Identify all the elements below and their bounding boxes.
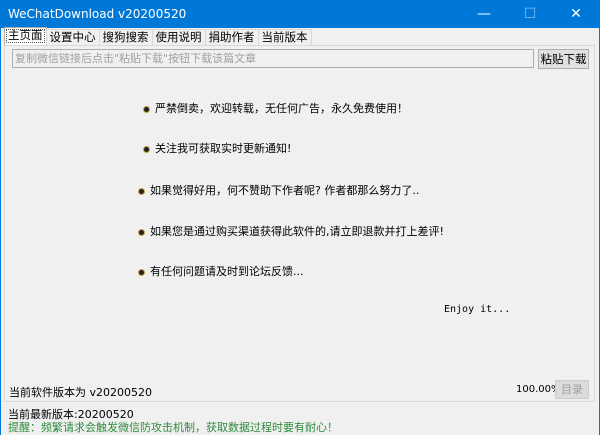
tab-usage[interactable]: 使用说明 xyxy=(151,29,206,45)
notice-item: 有任何问题请及时到论坛反馈... xyxy=(139,263,304,279)
notice-item: 如果觉得好用，何不赞助下作者呢? 作者都那么努力了.. xyxy=(139,182,419,198)
home-panel: 复制微信链接后点击"粘贴下载"按钮下载该篇文章 粘贴下载 严禁倒卖，欢迎转载，无… xyxy=(4,45,595,402)
enjoy-text: Enjoy it... xyxy=(444,304,511,315)
bullet-icon xyxy=(144,146,149,152)
tab-donate[interactable]: 捐助作者 xyxy=(204,29,259,45)
software-version: 当前软件版本为 v20200520 xyxy=(9,386,152,399)
bullet-icon xyxy=(139,229,144,235)
paste-download-button[interactable]: 粘贴下载 xyxy=(538,49,589,69)
tab-sogou-search[interactable]: 搜狗搜索 xyxy=(98,29,153,45)
notice-text: 严禁倒卖，欢迎转载，无任何广告，永久免费使用！ xyxy=(155,102,408,115)
tab-version[interactable]: 当前版本 xyxy=(257,29,312,45)
status-bar: 当前最新版本:20200520 提醒：频繁请求会触发微信防攻击机制，获取数据过程… xyxy=(1,403,599,435)
minimize-button[interactable]: — xyxy=(461,1,507,28)
tip-text: 提醒：频繁请求会触发微信防攻击机制，获取数据过程时要有耐心！ xyxy=(8,421,338,434)
window-title: WeChatDownload v20200520 xyxy=(8,7,187,21)
notice-item: 关注我可获取实时更新通知! xyxy=(144,140,291,156)
notice-item: 严禁倒卖，欢迎转载，无任何广告，永久免费使用！ xyxy=(144,100,408,116)
close-button[interactable]: ✕ xyxy=(553,1,599,28)
bullet-icon xyxy=(139,269,144,275)
notice-text: 关注我可获取实时更新通知! xyxy=(155,142,292,155)
url-input[interactable]: 复制微信链接后点击"粘贴下载"按钮下载该篇文章 xyxy=(12,49,534,68)
notice-text: 如果您是通过购买渠道获得此软件的,请立即退款并打上差评! xyxy=(150,225,444,238)
directory-button[interactable]: 目录 xyxy=(555,380,589,399)
maximize-button[interactable]: ☐ xyxy=(507,1,553,28)
notice-text: 有任何问题请及时到论坛反馈... xyxy=(150,265,304,278)
app-window: WeChatDownload v20200520 — ☐ ✕ 主页面 设置中心 … xyxy=(0,0,600,435)
progress-percent: 100.00% xyxy=(516,384,561,395)
notice-item: 如果您是通过购买渠道获得此软件的,请立即退款并打上差评! xyxy=(139,223,444,239)
title-bar: WeChatDownload v20200520 — ☐ ✕ xyxy=(1,1,599,28)
tab-bar: 主页面 设置中心 搜狗搜索 使用说明 捐助作者 当前版本 xyxy=(4,27,312,45)
bullet-icon xyxy=(144,106,149,112)
bullet-icon xyxy=(139,188,144,194)
tab-settings[interactable]: 设置中心 xyxy=(45,29,100,45)
notice-text: 如果觉得好用，何不赞助下作者呢? 作者都那么努力了.. xyxy=(150,184,420,197)
tab-home[interactable]: 主页面 xyxy=(4,27,47,45)
